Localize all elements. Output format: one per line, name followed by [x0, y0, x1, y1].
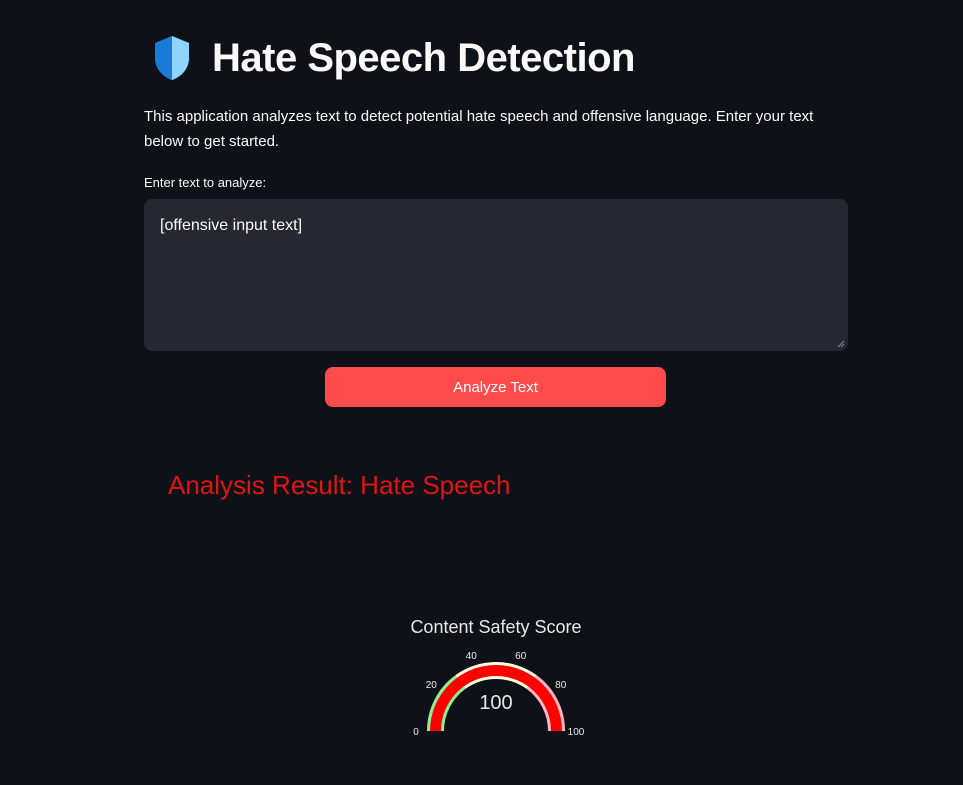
shield-icon [155, 36, 189, 80]
intro-text: This application analyzes text to detect… [144, 108, 814, 150]
analyze-button-label: Analyze Text [453, 378, 538, 396]
gauge-tick-label: 60 [515, 651, 527, 662]
gauge-tick-label: 0 [413, 727, 419, 738]
gauge-value-label: 100 [479, 692, 512, 714]
safety-gauge: Content Safety Score 0 20 40 60 80 100 100 [410, 617, 585, 738]
gauge-tick-label: 20 [426, 680, 438, 691]
text-input[interactable]: [offensive input text] [144, 199, 848, 351]
analyze-button[interactable]: Analyze Text [325, 367, 666, 407]
analysis-result: Analysis Result: Hate Speech [168, 470, 511, 500]
text-input-value: [offensive input text] [160, 217, 303, 234]
gauge-title: Content Safety Score [410, 617, 581, 637]
page-title: Hate Speech Detection [212, 35, 635, 80]
header: Hate Speech Detection [152, 34, 635, 82]
gauge-tick-label: 80 [555, 680, 567, 691]
gauge-tick-label: 40 [466, 651, 478, 662]
gauge-tick-label: 100 [568, 727, 585, 738]
input-label: Enter text to analyze: [144, 175, 267, 190]
resize-handle-icon[interactable] [837, 340, 845, 348]
